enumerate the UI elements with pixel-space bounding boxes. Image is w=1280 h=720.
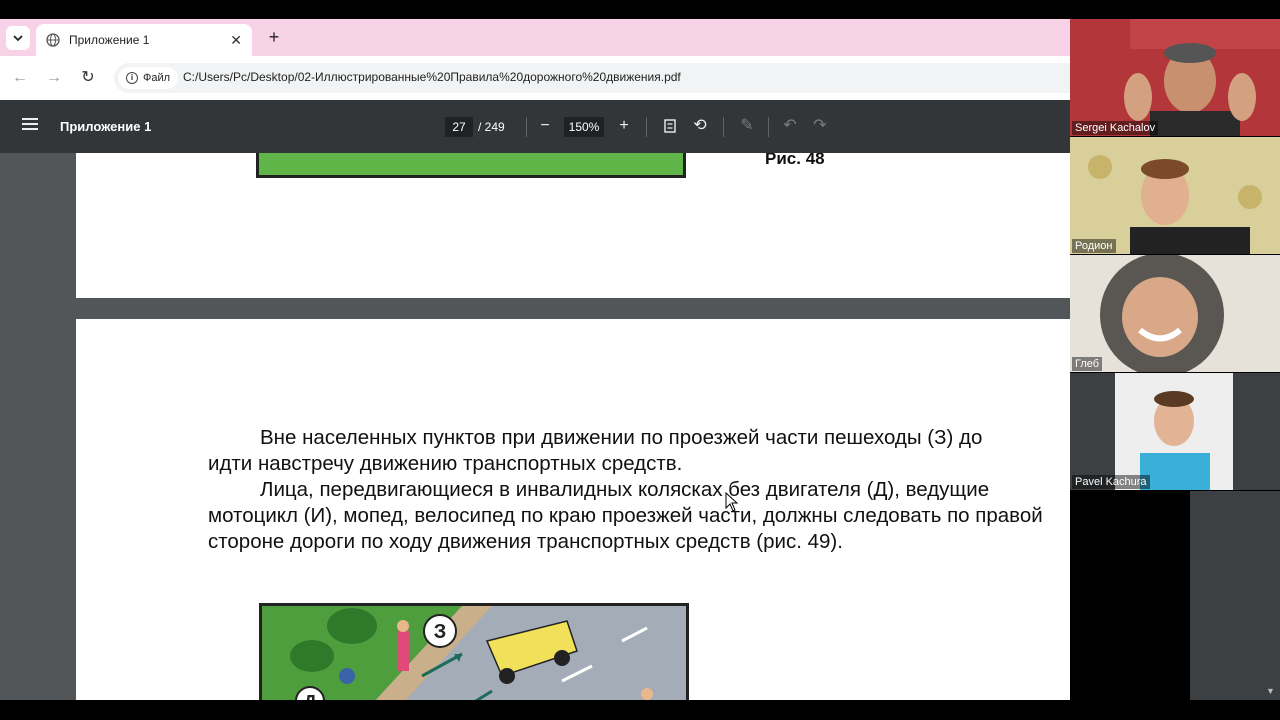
figure-49-label-d: Д	[304, 692, 317, 700]
pdf-page-27: Вне населенных пунктов при движении по п…	[76, 319, 1070, 700]
page-total: / 249	[478, 120, 505, 134]
site-info-label: Файл	[143, 72, 171, 84]
participant-name: Pavel Kachura	[1072, 475, 1150, 489]
browser-tab[interactable]: Приложение 1 ✕	[36, 24, 252, 56]
zoom-out-icon[interactable]: −	[534, 115, 556, 137]
info-icon: i	[126, 72, 138, 84]
navigation-bar: ← → ↻ i Файл C:/Users/Pc/Desktop/02-Иллю…	[0, 56, 1070, 100]
participant-tile: Pavel Kachura	[1070, 373, 1280, 490]
bottom-black-bar	[0, 700, 1280, 720]
undo-icon[interactable]: ↶	[779, 115, 801, 137]
pdf-title: Приложение 1	[60, 119, 152, 134]
paragraph-2-line-3: стороне дороги по ходу движения транспор…	[208, 530, 843, 553]
chevron-down-icon	[13, 35, 23, 42]
participant-name: Глеб	[1072, 357, 1103, 371]
page-number-input[interactable]: 27	[445, 117, 473, 137]
scroll-down-arrow-icon[interactable]: ▼	[1266, 686, 1275, 696]
fit-page-icon[interactable]	[659, 115, 681, 137]
figure-49-image: З Д	[259, 603, 689, 700]
pdf-toolbar: Приложение 1 27 / 249 − 150% + ⟲ ✎ ↶ ↷	[0, 100, 1070, 153]
paragraph-2-line-2: мотоцикл (И), мопед, велосипед по краю п…	[208, 504, 1043, 527]
mouse-cursor-icon	[725, 492, 739, 512]
zoom-in-icon[interactable]: +	[613, 115, 635, 137]
pdf-viewer[interactable]: Рис. 48 Вне населенных пунктов при движе…	[0, 153, 1070, 700]
menu-icon[interactable]	[22, 118, 38, 134]
new-tab-button[interactable]: +	[264, 27, 284, 47]
viewer-right-area	[1190, 491, 1280, 700]
participant-tile: Sergei Kachalov	[1070, 19, 1280, 136]
figure-49-label-z: З	[434, 621, 447, 643]
back-icon[interactable]: ←	[9, 67, 31, 89]
pdf-page-26: Рис. 48	[76, 153, 1070, 298]
participant-tile: Родион	[1070, 137, 1280, 254]
figure-48-image	[256, 153, 686, 178]
screen: Приложение 1 ✕ + ← → ↻ i Файл C:/Users/P…	[0, 0, 1280, 720]
forward-icon[interactable]: →	[43, 67, 65, 89]
participant-name: Sergei Kachalov	[1072, 121, 1159, 135]
toolbar-divider	[723, 117, 724, 137]
top-black-bar	[0, 0, 1280, 19]
globe-icon	[46, 33, 60, 47]
address-bar[interactable]: i Файл C:/Users/Pc/Desktop/02-Иллюстриро…	[114, 63, 1070, 93]
toolbar-divider	[526, 117, 527, 137]
paragraph-1-line-1: Вне населенных пунктов при движении по п…	[260, 426, 983, 449]
tab-strip: Приложение 1 ✕ +	[0, 19, 1070, 56]
close-tab-icon[interactable]: ✕	[230, 32, 242, 49]
reload-icon[interactable]: ↻	[77, 67, 99, 89]
url-text[interactable]: C:/Users/Pc/Desktop/02-Иллюстрированные%…	[183, 70, 681, 84]
tab-title: Приложение 1	[69, 33, 150, 47]
site-info-chip[interactable]: i Файл	[118, 67, 179, 89]
toolbar-divider	[646, 117, 647, 137]
paragraph-2-line-1: Лица, передвигающиеся в инвалидных коляс…	[260, 478, 990, 501]
redo-icon[interactable]: ↷	[809, 115, 831, 137]
rotate-icon[interactable]: ⟲	[689, 115, 711, 137]
annotate-icon[interactable]: ✎	[736, 115, 758, 137]
toolbar-divider	[768, 117, 769, 137]
paragraph-1-line-2: идти навстречу движению транспортных сре…	[208, 452, 683, 475]
figure-48-caption: Рис. 48	[765, 153, 825, 168]
participant-name: Родион	[1072, 239, 1116, 253]
tab-search-button[interactable]	[6, 26, 30, 50]
participant-tile: Глеб	[1070, 255, 1280, 372]
zoom-level-input[interactable]: 150%	[564, 117, 604, 137]
